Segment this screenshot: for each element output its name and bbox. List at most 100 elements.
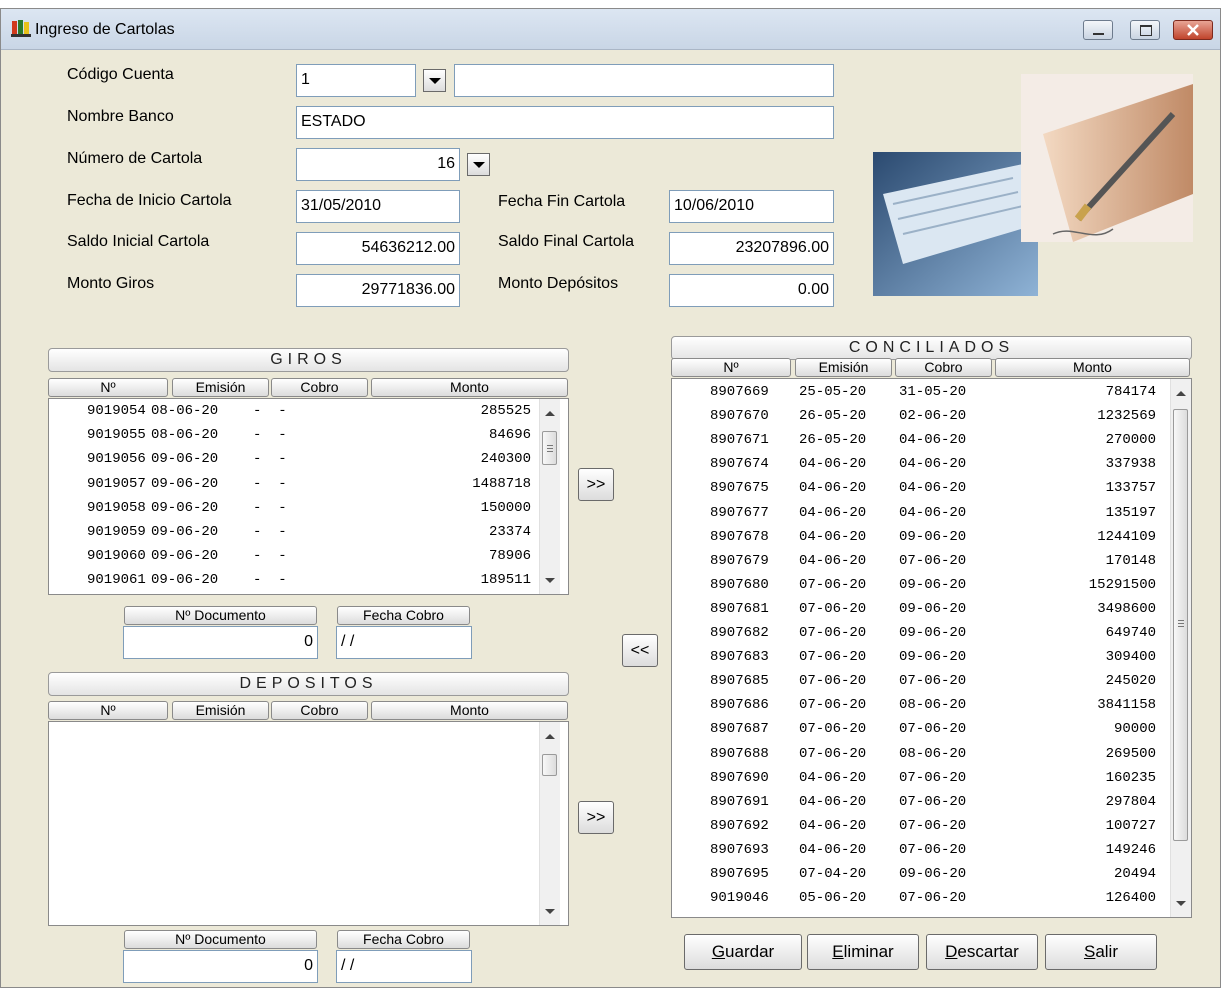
- table-row[interactable]: 9019061 09-06-20 - - 189511: [49, 572, 568, 594]
- giros-col-cobro[interactable]: Cobro: [271, 378, 368, 397]
- nombre-banco-field[interactable]: ESTADO: [296, 106, 834, 139]
- table-row[interactable]: 8907669 25-05-20 31-05-20 784174: [672, 384, 1191, 408]
- conciliados-scrollbar[interactable]: [1170, 379, 1191, 917]
- table-row[interactable]: 8907685 07-06-20 07-06-20 245020: [672, 673, 1191, 697]
- numero-cartola-dropdown-button[interactable]: [467, 153, 490, 176]
- table-row[interactable]: 8907693 04-06-20 07-06-20 149246: [672, 842, 1191, 866]
- codigo-cuenta-dropdown-button[interactable]: [423, 69, 446, 92]
- giros-list[interactable]: 9019061 09-06-20 - - 189511 9019060 09-06-20 -…: [48, 398, 569, 595]
- table-row[interactable]: 8907692 04-06-20 07-06-20 100727: [672, 818, 1191, 842]
- table-row[interactable]: 9019054 08-06-20 - - 285525: [49, 403, 568, 427]
- table-row[interactable]: 8907682 07-06-20 09-06-20 649740: [672, 625, 1191, 649]
- depositos-scrollbar[interactable]: [539, 722, 560, 925]
- depositos-col-emision[interactable]: Emisión: [172, 701, 269, 720]
- scroll-up-icon[interactable]: [1171, 385, 1191, 403]
- scroll-thumb[interactable]: [1173, 409, 1188, 841]
- fecha-inicio-field[interactable]: 31/05/2010: [296, 190, 460, 223]
- depositos-col-monto[interactable]: Monto: [371, 701, 568, 720]
- table-row[interactable]: 9019046 05-06-20 07-06-20 126400: [672, 890, 1191, 914]
- table-row[interactable]: 8907688 07-06-20 08-06-20 269500: [672, 746, 1191, 770]
- minimize-button[interactable]: [1083, 20, 1113, 40]
- cell-num: 8907687: [710, 721, 769, 738]
- cell-emision: 07-04-20: [799, 866, 867, 882]
- depositos-col-num[interactable]: Nº: [48, 701, 168, 720]
- giros-col-emision[interactable]: Emisión: [172, 378, 269, 397]
- scroll-down-icon[interactable]: [540, 572, 560, 590]
- conciliados-col-monto[interactable]: Monto: [995, 358, 1190, 377]
- table-row[interactable]: 8907691 04-06-20 07-06-20 297804: [672, 794, 1191, 818]
- cell-emision: 08-06-20: [151, 427, 219, 444]
- conciliados-col-emision[interactable]: Emisión: [795, 358, 892, 377]
- table-row[interactable]: 8907670 26-05-20 02-06-20 1232569: [672, 408, 1191, 432]
- salir-button[interactable]: Salir: [1045, 934, 1157, 970]
- table-row[interactable]: 9019057 09-06-20 - - 1488718: [49, 476, 568, 500]
- table-row[interactable]: 8907686 07-06-20 08-06-20 3841158: [672, 697, 1191, 721]
- table-row[interactable]: 9019056 09-06-20 - - 240300: [49, 451, 568, 475]
- conciliados-col-cobro[interactable]: Cobro: [895, 358, 992, 377]
- table-row[interactable]: 8907678 04-06-20 09-06-20 1244109: [672, 529, 1191, 553]
- window-title: Ingreso de Cartolas: [35, 21, 175, 38]
- cell-cobro: 09-06-20: [899, 600, 967, 617]
- giros-col-num[interactable]: Nº: [48, 378, 168, 397]
- depositos-panel-title: DEPOSITOS: [48, 672, 569, 696]
- table-row[interactable]: 8907675 04-06-20 04-06-20 133757: [672, 480, 1191, 504]
- descartar-button[interactable]: Descartar: [926, 934, 1038, 970]
- close-icon: [1187, 24, 1199, 36]
- table-row[interactable]: 8907680 07-06-20 09-06-20 15291500: [672, 577, 1191, 601]
- giros-scrollbar[interactable]: [539, 399, 560, 594]
- guardar-button[interactable]: Guardar: [684, 934, 802, 970]
- depositos-list[interactable]: [48, 721, 569, 926]
- numero-cartola-combo[interactable]: 16: [296, 148, 460, 181]
- scroll-up-icon[interactable]: [540, 405, 560, 423]
- table-row[interactable]: 9019058 09-06-20 - - 150000: [49, 500, 568, 524]
- move-deposito-to-conciliados-button[interactable]: >>: [578, 801, 614, 834]
- maximize-button[interactable]: [1130, 20, 1160, 40]
- cell-cobro: - -: [253, 475, 287, 492]
- table-row[interactable]: 8907671 26-05-20 04-06-20 270000: [672, 432, 1191, 456]
- salir-label: alir: [1095, 942, 1118, 961]
- depositos-fecha-field[interactable]: / /: [336, 950, 472, 983]
- table-row[interactable]: 8907690 04-06-20 07-06-20 160235: [672, 770, 1191, 794]
- move-conciliado-back-button[interactable]: <<: [622, 634, 658, 667]
- depositos-col-cobro[interactable]: Cobro: [271, 701, 368, 720]
- close-button[interactable]: [1173, 20, 1213, 40]
- scroll-up-icon[interactable]: [540, 728, 560, 746]
- monto-depositos-field[interactable]: 0.00: [669, 274, 834, 307]
- numero-cartola-label: Número de Cartola: [67, 150, 203, 167]
- table-row[interactable]: 8907681 07-06-20 09-06-20 3498600: [672, 601, 1191, 625]
- conciliados-col-num[interactable]: Nº: [671, 358, 791, 377]
- fecha-fin-field[interactable]: 10/06/2010: [669, 190, 834, 223]
- table-row[interactable]: 8907683 07-06-20 09-06-20 309400: [672, 649, 1191, 673]
- scroll-thumb[interactable]: [542, 754, 557, 776]
- codigo-cuenta-combo[interactable]: 1: [296, 64, 416, 97]
- giros-fecha-field[interactable]: / /: [336, 626, 472, 659]
- monto-giros-field[interactable]: 29771836.00: [296, 274, 460, 307]
- cell-num: 8907686: [710, 697, 769, 714]
- giros-doc-field[interactable]: 0: [123, 626, 318, 659]
- saldo-inicial-field[interactable]: 54636212.00: [296, 232, 460, 265]
- table-row[interactable]: 8907695 07-04-20 09-06-20 20494: [672, 866, 1191, 890]
- scroll-down-icon[interactable]: [1171, 895, 1191, 913]
- table-row[interactable]: 9019055 08-06-20 - - 84696: [49, 427, 568, 451]
- table-row[interactable]: 8907677 04-06-20 04-06-20 135197: [672, 505, 1191, 529]
- scroll-thumb[interactable]: [542, 431, 557, 465]
- cell-monto: 270000: [1105, 432, 1156, 449]
- cell-num: 8907671: [710, 432, 769, 449]
- depositos-doc-field[interactable]: 0: [123, 950, 318, 983]
- descartar-label: escartar: [957, 942, 1019, 961]
- table-row[interactable]: 8907687 07-06-20 07-06-20 90000: [672, 721, 1191, 745]
- giros-col-monto[interactable]: Monto: [371, 378, 568, 397]
- table-row[interactable]: 9019059 09-06-20 - - 23374: [49, 524, 568, 548]
- move-giro-to-conciliados-button[interactable]: >>: [578, 468, 614, 501]
- eliminar-button[interactable]: Eliminar: [807, 934, 919, 970]
- scroll-down-icon[interactable]: [540, 903, 560, 921]
- conciliados-list[interactable]: 9019046 05-06-20 07-06-20 126400 8907695 07-0…: [671, 378, 1192, 918]
- cell-emision: 04-06-20: [799, 841, 867, 858]
- cell-monto: 1232569: [1097, 408, 1156, 425]
- cell-monto: 337938: [1105, 456, 1156, 473]
- table-row[interactable]: 9019060 09-06-20 - - 78906: [49, 548, 568, 572]
- cell-cobro: 07-06-20: [899, 721, 967, 738]
- saldo-final-field[interactable]: 23207896.00: [669, 232, 834, 265]
- table-row[interactable]: 8907679 04-06-20 07-06-20 170148: [672, 553, 1191, 577]
- table-row[interactable]: 8907674 04-06-20 04-06-20 337938: [672, 456, 1191, 480]
